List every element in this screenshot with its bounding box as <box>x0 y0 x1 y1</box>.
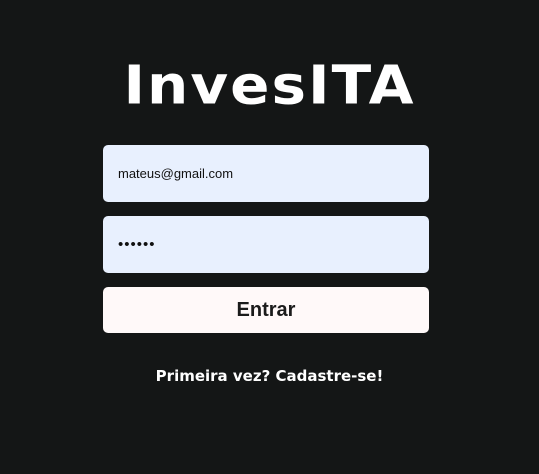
app-logo: InvesITA <box>123 53 416 117</box>
password-field[interactable] <box>103 216 429 273</box>
email-field[interactable] <box>103 145 429 202</box>
signup-link[interactable]: Primeira vez? Cadastre-se! <box>0 366 539 386</box>
login-button[interactable]: Entrar <box>103 287 429 333</box>
